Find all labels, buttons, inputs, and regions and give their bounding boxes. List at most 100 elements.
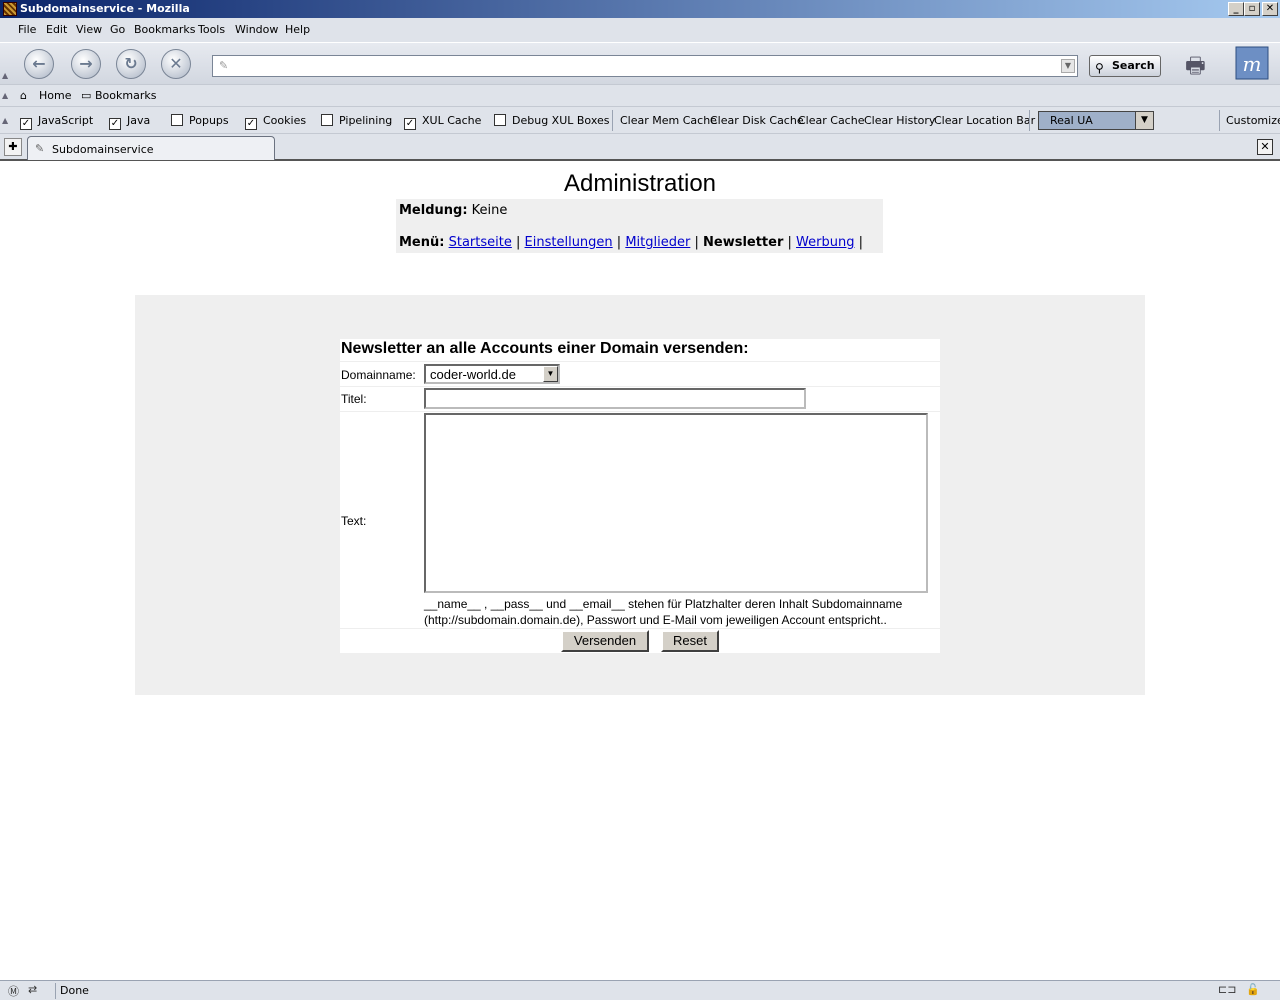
debug-xul-boxes-checkbox[interactable]: Debug XUL Boxes (494, 114, 610, 127)
menu-go[interactable]: Go (110, 23, 125, 36)
location-bar[interactable]: ✎ ▼ (212, 55, 1078, 77)
message-label: Meldung: (399, 203, 468, 218)
print-icon[interactable]: 🖶 (1185, 49, 1227, 79)
svg-text:m: m (1243, 52, 1262, 76)
status-separator (55, 983, 56, 999)
maximize-button[interactable]: ▫ (1244, 2, 1260, 16)
info-box: Meldung: Keine Menü: Startseite | Einste… (396, 199, 883, 253)
form-heading: Newsletter an alle Accounts einer Domain… (341, 340, 749, 357)
menu-edit[interactable]: Edit (46, 23, 67, 36)
checkbox-unchecked-icon (321, 114, 333, 126)
text-area[interactable] (424, 413, 928, 593)
tab-subdomainservice[interactable]: ✎ Subdomainservice (27, 136, 275, 160)
page-icon: ✎ (35, 142, 45, 155)
row-divider (340, 628, 940, 629)
toolbar-grip-icon[interactable]: ▲ (2, 71, 12, 80)
bookmarks-button[interactable]: Bookmarks (95, 89, 156, 102)
user-agent-select[interactable]: Real UA ▼ (1038, 111, 1154, 130)
menu-file[interactable]: File (18, 23, 36, 36)
location-dropdown-icon[interactable]: ▼ (1061, 59, 1075, 73)
clear-mem-cache-button[interactable]: Clear Mem Cache (620, 114, 717, 127)
link-mitglieder[interactable]: Mitglieder (625, 235, 690, 250)
reset-button[interactable]: Reset (661, 630, 719, 652)
customize-button[interactable]: Customize (1226, 114, 1280, 127)
status-bar: Ⓜ ⇄ Done ⊏⊐ 🔓 (0, 980, 1280, 1000)
search-button[interactable]: ⚲ Search (1089, 55, 1161, 77)
link-werbung[interactable]: Werbung (796, 235, 854, 250)
toolbar-grip-icon[interactable]: ▲ (2, 116, 12, 125)
page-title: Administration (563, 170, 717, 197)
xul-cache-checkbox[interactable]: ✓ XUL Cache (404, 114, 481, 130)
close-window-button[interactable]: ✕ (1262, 2, 1278, 16)
javascript-checkbox[interactable]: ✓ JavaScript (20, 114, 93, 130)
menu-tools[interactable]: Tools (198, 23, 225, 36)
connection-icon: ⊏⊐ (1218, 983, 1237, 996)
page-proxy-icon: ✎ (219, 59, 229, 72)
search-button-label: Search (1112, 59, 1155, 72)
clear-history-button[interactable]: Clear History (864, 114, 935, 127)
menu-separator: | (858, 235, 863, 250)
content-panel: Newsletter an alle Accounts einer Domain… (135, 295, 1145, 695)
checkbox-checked-icon: ✓ (20, 118, 32, 130)
stop-button[interactable]: ✕ (161, 49, 191, 79)
message-line: Meldung: Keine (399, 203, 507, 218)
placeholder-hint: __name__ , __pass__ und __email__ stehen… (424, 597, 903, 627)
mozilla-app-icon (3, 2, 17, 16)
window-titlebar: Subdomainservice - Mozilla _ ▫ ✕ (0, 0, 1280, 18)
mozilla-status-icon[interactable]: Ⓜ (8, 983, 19, 999)
toolbar-separator (1219, 110, 1220, 131)
close-tab-icon[interactable]: ✕ (1257, 139, 1273, 155)
cookies-checkbox[interactable]: ✓ Cookies (245, 114, 306, 130)
message-value: Keine (471, 203, 508, 218)
toolbar-separator (1029, 110, 1030, 131)
popups-checkbox[interactable]: Popups (171, 114, 229, 127)
domain-select[interactable]: coder-world.de ▼ (424, 364, 560, 384)
back-button[interactable]: ← (24, 49, 54, 79)
checkbox-unchecked-icon (171, 114, 183, 126)
menu-window[interactable]: Window (235, 23, 278, 36)
java-checkbox[interactable]: ✓ Java (109, 114, 150, 130)
window-title: Subdomainservice - Mozilla (20, 2, 190, 15)
toolbar-separator (612, 110, 613, 131)
clear-location-bar-button[interactable]: Clear Location Bar (934, 114, 1035, 127)
online-status-icon[interactable]: ⇄ (28, 983, 37, 996)
pipelining-checkbox[interactable]: Pipelining (321, 114, 392, 127)
minimize-button[interactable]: _ (1228, 2, 1244, 16)
clear-cache-button[interactable]: Clear Cache (798, 114, 864, 127)
row-divider (340, 361, 940, 362)
checkbox-checked-icon: ✓ (404, 118, 416, 130)
toolbar-grip-icon[interactable]: ▲ (2, 91, 12, 100)
menu-view[interactable]: View (76, 23, 102, 36)
send-button[interactable]: Versenden (561, 630, 649, 652)
checkbox-unchecked-icon (494, 114, 506, 126)
menu-label: Menü: (399, 235, 445, 250)
link-startseite[interactable]: Startseite (449, 235, 512, 250)
chevron-down-icon: ▼ (543, 366, 558, 382)
title-label: Titel: (341, 392, 367, 406)
new-tab-icon[interactable]: ✚ (4, 138, 22, 156)
admin-menu: Menü: Startseite | Einstellungen | Mitgl… (399, 235, 863, 250)
clear-disk-cache-button[interactable]: Clear Disk Cache (710, 114, 804, 127)
forward-button[interactable]: → (71, 49, 101, 79)
magnifier-icon: ⚲ (1095, 61, 1104, 75)
checkbox-checked-icon: ✓ (109, 118, 121, 130)
menu-separator: | (516, 235, 521, 250)
domain-label: Domainname: (341, 368, 416, 382)
home-button[interactable]: Home (39, 89, 71, 102)
menu-bar: File Edit View Go Bookmarks Tools Window… (0, 18, 1280, 42)
text-label: Text: (341, 514, 367, 528)
title-input[interactable] (424, 388, 806, 409)
menu-help[interactable]: Help (285, 23, 310, 36)
menu-bookmarks[interactable]: Bookmarks (134, 23, 195, 36)
checkbox-checked-icon: ✓ (245, 118, 257, 130)
menu-current-newsletter: Newsletter (703, 235, 784, 250)
reload-button[interactable]: ↻ (116, 49, 146, 79)
row-divider (340, 411, 940, 412)
menu-separator: | (787, 235, 792, 250)
domain-selected-value: coder-world.de (430, 367, 516, 382)
status-text: Done (60, 984, 89, 997)
link-einstellungen[interactable]: Einstellungen (525, 235, 613, 250)
mozilla-throbber-icon[interactable]: m (1235, 46, 1269, 80)
folder-icon: ▭ (81, 89, 92, 102)
prefbar-toolbar: ▲ ✓ JavaScript ✓ Java Popups ✓ Cookies Pipe… (0, 106, 1280, 133)
